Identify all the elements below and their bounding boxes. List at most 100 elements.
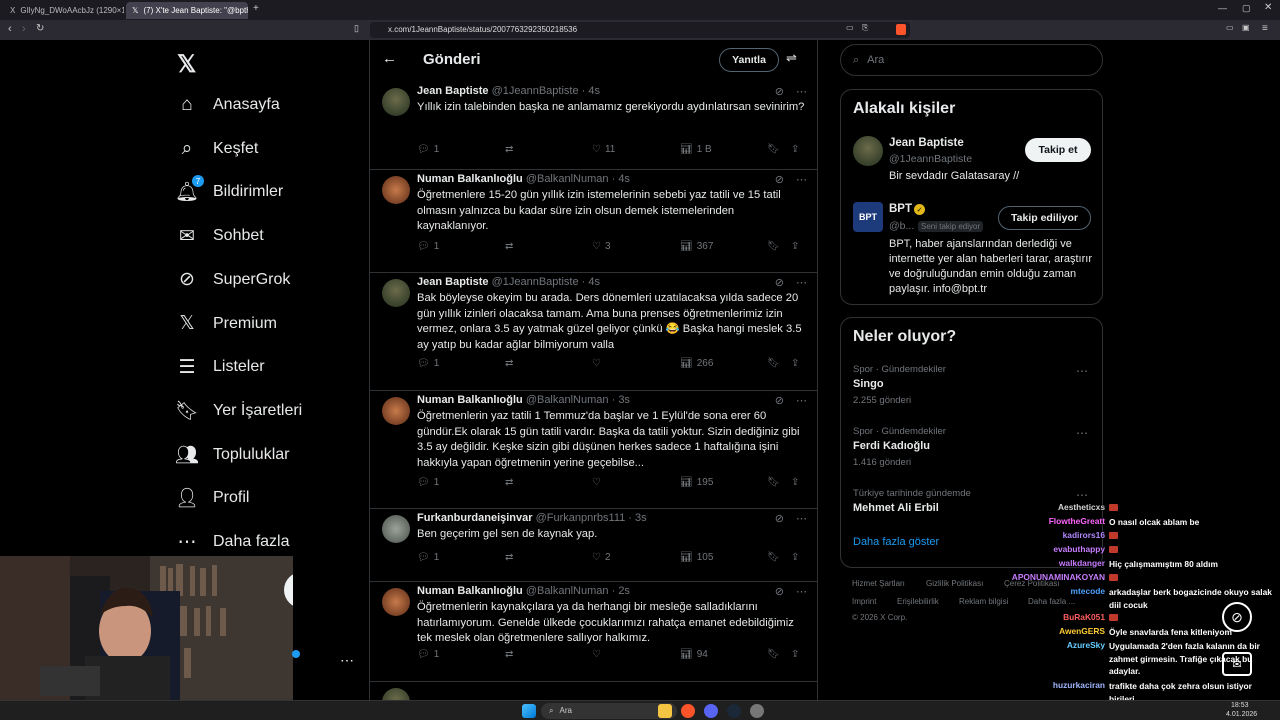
- views-button[interactable]: 📊︎ 195: [680, 477, 713, 488]
- follow-button[interactable]: Takip et: [1025, 138, 1091, 162]
- reload-icon[interactable]: ↻: [36, 23, 44, 34]
- author-name[interactable]: Numan Balkanlıoğlu: [417, 173, 523, 185]
- avatar[interactable]: [382, 588, 410, 616]
- grok-icon[interactable]: ⊘: [775, 394, 784, 407]
- windows-start-icon[interactable]: [522, 704, 536, 718]
- nav-item-6[interactable]: ☰ Listeler: [176, 356, 264, 378]
- bookmark-button[interactable]: 🔖︎: [767, 477, 780, 488]
- tweet-time[interactable]: 2s: [618, 585, 630, 597]
- more-options-icon[interactable]: ⋯: [1076, 488, 1088, 502]
- author-handle[interactable]: @1JeannBaptiste: [492, 85, 579, 97]
- footer-link[interactable]: Erişilebilirlik: [897, 597, 939, 606]
- trend-item[interactable]: Spor · Gündemdekiler Ferdi Kadıoğlu 1.416 …: [841, 426, 1102, 482]
- grok-icon[interactable]: ⊘: [775, 585, 784, 598]
- retweet-button[interactable]: ⇄: [505, 241, 513, 252]
- author-name[interactable]: Jean Baptiste: [417, 85, 489, 97]
- reply-button[interactable]: 💬︎ 1: [417, 649, 439, 660]
- avatar[interactable]: [382, 176, 410, 204]
- views-button[interactable]: 📊︎ 367: [680, 241, 713, 252]
- tweet-time[interactable]: 4s: [618, 173, 630, 185]
- grok-icon[interactable]: ⊘: [1222, 602, 1252, 632]
- nav-item-10[interactable]: ⋯ Daha fazla: [176, 531, 290, 553]
- like-button[interactable]: ♡: [592, 649, 605, 660]
- bookmark-button[interactable]: 🔖︎: [767, 552, 780, 563]
- file-explorer-icon[interactable]: [658, 704, 672, 718]
- back-icon[interactable]: ‹: [8, 23, 12, 35]
- retweet-button[interactable]: ⇄: [505, 649, 513, 660]
- nav-item-1[interactable]: ⌕ Keşfet: [176, 138, 259, 160]
- maximize-icon[interactable]: ▢: [1242, 3, 1251, 14]
- nav-item-8[interactable]: 👥︎ Topluluklar: [175, 444, 290, 466]
- menu-icon[interactable]: ≡: [1262, 23, 1268, 34]
- new-tab-icon[interactable]: +: [253, 3, 259, 14]
- more-options-icon[interactable]: ⋯: [796, 512, 807, 525]
- close-window-icon[interactable]: ✕: [1264, 2, 1272, 13]
- like-button[interactable]: ♡ 3: [592, 241, 611, 252]
- views-button[interactable]: 📊︎ 105: [680, 552, 713, 563]
- browser-tab-active[interactable]: 𝕏 (7) X'te Jean Baptiste: "@bpthab ×: [126, 2, 248, 19]
- author-name[interactable]: Jean Baptiste: [417, 276, 489, 288]
- translate-icon[interactable]: ⎘: [862, 23, 868, 33]
- share-button[interactable]: ⇪: [791, 241, 799, 252]
- grok-icon[interactable]: ⊘: [775, 512, 784, 525]
- reply-button[interactable]: Yanıtla: [719, 48, 779, 72]
- more-options-icon[interactable]: ⋯: [796, 585, 807, 598]
- avatar[interactable]: [382, 279, 410, 307]
- tweet[interactable]: Furkanburdaneişinvar @Furkanpnrbs111 · 3…: [370, 509, 817, 582]
- discord-icon[interactable]: [704, 704, 718, 718]
- minimize-icon[interactable]: —: [1218, 3, 1227, 13]
- steam-icon[interactable]: [727, 704, 741, 718]
- like-button[interactable]: ♡: [592, 358, 605, 369]
- settings-sliders-icon[interactable]: ⇌: [786, 50, 797, 66]
- more-options-icon[interactable]: ⋯: [1076, 426, 1088, 440]
- more-options-icon[interactable]: ⋯: [796, 173, 807, 186]
- share-button[interactable]: ⇪: [791, 477, 799, 488]
- messages-icon[interactable]: ✉: [1222, 652, 1252, 676]
- reply-button[interactable]: 💬︎ 1: [417, 477, 439, 488]
- avatar[interactable]: [382, 397, 410, 425]
- bookmark-button[interactable]: 🔖︎: [767, 144, 780, 155]
- views-button[interactable]: 📊︎ 94: [680, 649, 708, 660]
- nav-item-5[interactable]: 𝕏 Premium: [176, 313, 277, 335]
- tweet[interactable]: Numan Balkanlıoğlu @BalkanlNuman · 3s ⊘ ⋯ Ö…: [370, 391, 817, 509]
- avatar[interactable]: [382, 515, 410, 543]
- footer-link[interactable]: Gizlilik Politikası: [926, 579, 983, 588]
- views-button[interactable]: 📊︎ 266: [680, 358, 713, 369]
- bookmark-button[interactable]: 🔖︎: [767, 649, 780, 660]
- footer-link[interactable]: Hizmet Şartları: [852, 579, 905, 588]
- obs-icon[interactable]: [750, 704, 764, 718]
- share-button[interactable]: ⇪: [791, 552, 799, 563]
- author-name[interactable]: Numan Balkanlıoğlu: [417, 585, 523, 597]
- forward-icon[interactable]: ›: [22, 23, 26, 35]
- author-name[interactable]: Numan Balkanlıoğlu: [417, 394, 523, 406]
- trend-item[interactable]: Spor · Gündemdekiler Singo 2.255 gönderi ⋯: [841, 364, 1102, 420]
- like-button[interactable]: ♡: [592, 477, 605, 488]
- author-handle[interactable]: @1JeannBaptiste: [492, 276, 579, 288]
- person-name[interactable]: Jean Baptiste: [889, 137, 964, 149]
- show-more-link[interactable]: Daha fazla göster: [853, 536, 939, 548]
- more-options-icon[interactable]: ⋯: [796, 394, 807, 407]
- share-button[interactable]: ⇪: [791, 144, 799, 155]
- grok-icon[interactable]: ⊘: [775, 276, 784, 289]
- like-button[interactable]: ♡ 11: [592, 144, 615, 155]
- bookmark-page-icon[interactable]: ▯: [354, 23, 359, 34]
- author-handle[interactable]: @Furkanpnrbs111: [536, 512, 626, 524]
- tweet-time[interactable]: 3s: [635, 512, 647, 524]
- grok-icon[interactable]: ⊘: [775, 85, 784, 98]
- nav-item-0[interactable]: ⌂ Anasayfa: [176, 94, 279, 116]
- following-button[interactable]: Takip ediliyor: [998, 206, 1091, 230]
- nav-item-9[interactable]: 👤︎ Profil: [175, 487, 250, 509]
- nav-item-2[interactable]: 🔔︎ 7 Bildirimler: [175, 175, 283, 203]
- author-name[interactable]: Furkanburdaneişinvar: [417, 512, 533, 524]
- reply-button[interactable]: 💬︎ 1: [417, 552, 439, 563]
- taskbar-search[interactable]: ⌕ Ara: [541, 703, 677, 719]
- like-button[interactable]: ♡ 2: [592, 552, 611, 563]
- retweet-button[interactable]: ⇄: [505, 552, 513, 563]
- footer-link[interactable]: Daha fazla ...: [1028, 597, 1075, 606]
- retweet-button[interactable]: ⇄: [505, 144, 513, 155]
- more-options-icon[interactable]: ⋯: [1076, 364, 1088, 378]
- bookmark-button[interactable]: 🔖︎: [767, 241, 780, 252]
- views-button[interactable]: 📊︎ 1 B: [680, 144, 712, 155]
- footer-link[interactable]: Reklam bilgisi: [959, 597, 1008, 606]
- nav-item-3[interactable]: ✉ Sohbet: [176, 225, 264, 247]
